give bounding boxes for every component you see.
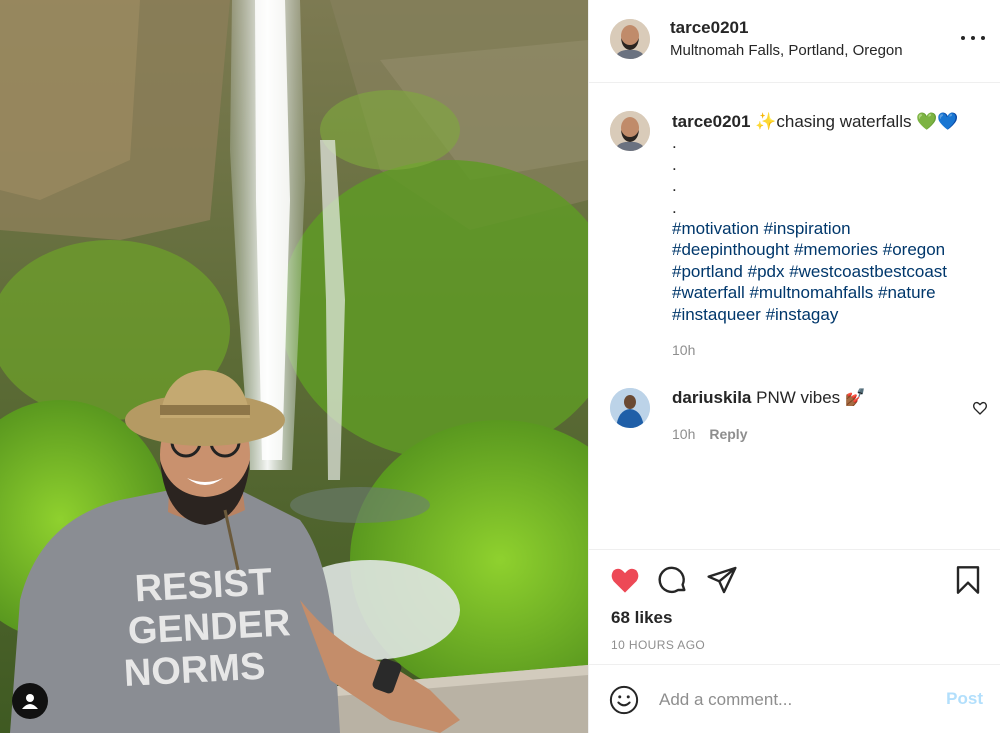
post-header: tarce0201 Multnomah Falls, Portland, Ore…	[589, 0, 1000, 83]
avatar-image	[610, 19, 650, 59]
hashtag-line[interactable]: #instaqueer #instagay	[672, 305, 838, 324]
bookmark-icon[interactable]	[952, 564, 984, 596]
comments-section: tarce0201 ✨chasing waterfalls 💚💙 . . . .…	[589, 83, 1000, 549]
dot	[971, 36, 975, 40]
heart-icon[interactable]	[609, 564, 641, 596]
caption-first-line: tarce0201 ✨chasing waterfalls 💚💙	[672, 111, 992, 132]
author-username[interactable]: tarce0201	[670, 18, 748, 38]
comment-username[interactable]: dariuskila	[672, 388, 751, 407]
post-side-panel: tarce0201 Multnomah Falls, Portland, Ore…	[588, 0, 1000, 733]
post-location[interactable]: Multnomah Falls, Portland, Oregon	[670, 42, 903, 59]
post-timestamp[interactable]: 10 HOURS AGO	[611, 638, 705, 652]
waterfall-photo: RESIST GENDER NORMS	[0, 0, 588, 733]
add-comment-bar: Post	[589, 664, 1000, 733]
shirt-text-line1: RESIST	[134, 561, 273, 610]
caption-dot: .	[672, 133, 677, 153]
more-options-icon[interactable]	[961, 28, 985, 48]
dot	[961, 36, 965, 40]
post-caption: tarce0201 ✨chasing waterfalls 💚💙 . . . .…	[672, 111, 992, 325]
post-photo[interactable]: RESIST GENDER NORMS	[0, 0, 588, 733]
hashtag-line[interactable]: #deepinthought #memories #oregon	[672, 240, 945, 259]
user-tag-button[interactable]	[12, 683, 48, 719]
caption-hashtags: #motivation #inspiration #deepinthought …	[672, 218, 992, 325]
comment-input[interactable]	[659, 687, 929, 713]
avatar-image	[610, 388, 650, 428]
heart-outline-icon[interactable]	[972, 400, 988, 416]
hashtag-line[interactable]: #portland #pdx #westcoastbestcoast	[672, 262, 947, 281]
like-count[interactable]: 68 likes	[611, 608, 672, 628]
caption-username[interactable]: tarce0201	[672, 112, 750, 131]
comment-icon[interactable]	[657, 564, 689, 596]
reply-button[interactable]: Reply	[709, 426, 747, 442]
shirt-text-line3: NORMS	[123, 646, 266, 695]
share-icon[interactable]	[706, 564, 738, 596]
emoji-icon[interactable]	[609, 685, 639, 715]
caption-dot: .	[672, 197, 677, 217]
caption-dot: .	[672, 176, 677, 196]
avatar-image	[610, 111, 650, 151]
commenter-avatar[interactable]	[610, 388, 650, 428]
post-comment-button[interactable]: Post	[946, 689, 983, 709]
post-actions: 68 likes 10 HOURS AGO	[589, 549, 1000, 664]
comment: dariuskila PNW vibes 💅🏾	[672, 388, 866, 408]
caption-text: ✨chasing waterfalls 💚💙	[755, 112, 959, 131]
comment-text: PNW vibes 💅🏾	[756, 388, 867, 407]
dot	[981, 36, 985, 40]
caption-timestamp[interactable]: 10h	[672, 342, 695, 358]
shirt-text-line2: GENDER	[127, 602, 292, 652]
comment-timestamp[interactable]: 10h	[672, 426, 695, 442]
user-tag-icon	[22, 694, 38, 709]
caption-author-avatar[interactable]	[610, 111, 650, 151]
hashtag-line[interactable]: #waterfall #multnomahfalls #nature	[672, 283, 936, 302]
instagram-post: RESIST GENDER NORMS tarce0201 Multnomah …	[0, 0, 1000, 733]
caption-dot: .	[672, 154, 677, 174]
comment-meta: 10h Reply	[672, 426, 747, 442]
author-avatar[interactable]	[610, 19, 650, 59]
caption-dots: . . . .	[672, 132, 992, 218]
hashtag-line[interactable]: #motivation #inspiration	[672, 219, 851, 238]
